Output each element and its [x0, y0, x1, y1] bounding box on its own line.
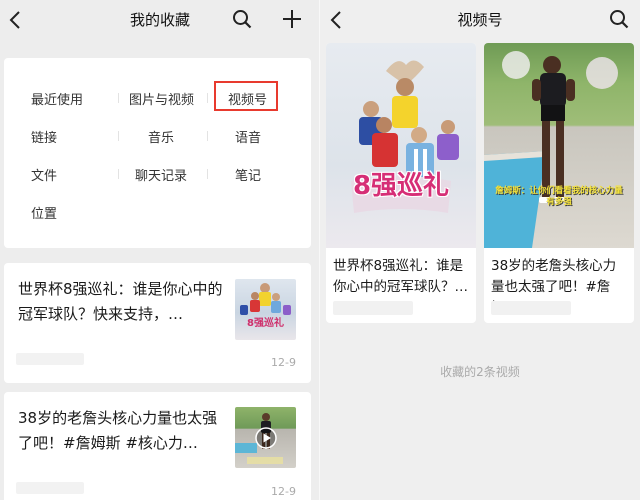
category-notes[interactable]: 笔记	[235, 165, 261, 184]
category-music[interactable]: 音乐	[148, 127, 174, 146]
video-card[interactable]: 詹姆斯：让你们看看我的核心力量有多强 38岁的老詹头核心力量也太强了吧！#詹姆…	[484, 43, 634, 323]
favorites-panel: 我的收藏 最近使用 图片与视频 视频号 链接 音乐 语音 文件 聊天记录 笔记 …	[0, 0, 320, 500]
category-links[interactable]: 链接	[31, 127, 57, 146]
category-recent[interactable]: 最近使用	[31, 89, 83, 108]
search-icon[interactable]	[232, 9, 252, 29]
video-count-label: 收藏的2条视频	[440, 365, 520, 379]
highlight-box	[214, 81, 278, 111]
video-source	[333, 301, 413, 315]
plus-icon[interactable]	[282, 9, 302, 29]
favorite-item-source	[16, 482, 84, 494]
category-photos-videos[interactable]: 图片与视频	[129, 89, 194, 108]
category-location[interactable]: 位置	[31, 203, 57, 222]
channels-panel: 视频号 8强巡礼 世界杯8强巡礼：谁是你心中的冠军球队？… 詹姆斯：让你们看看我…	[320, 0, 640, 500]
cover-caption: 8强巡礼	[352, 171, 450, 201]
video-source	[491, 301, 571, 315]
favorite-item-date: 12-9	[271, 485, 296, 498]
divider	[118, 93, 119, 103]
divider	[207, 169, 208, 179]
video-cover: 8强巡礼	[326, 43, 476, 248]
page-title: 视频号	[457, 11, 503, 29]
category-voice[interactable]: 语音	[235, 127, 261, 146]
video-title: 世界杯8强巡礼：谁是你心中的冠军球队？…	[333, 258, 468, 295]
favorite-item-date: 12-9	[271, 356, 296, 369]
play-icon[interactable]	[255, 427, 277, 449]
favorite-item-thumbnail: 8强巡礼	[235, 279, 296, 340]
divider	[118, 131, 119, 141]
favorite-item-title: 世界杯8强巡礼：谁是你心中的冠军球队？快来支持，…	[18, 280, 223, 323]
search-icon[interactable]	[609, 9, 629, 29]
favorite-item-thumbnail	[235, 407, 296, 468]
video-card[interactable]: 8强巡礼 世界杯8强巡礼：谁是你心中的冠军球队？…	[326, 43, 476, 323]
divider	[207, 93, 208, 103]
favorite-item-source	[16, 353, 84, 365]
thumbnail-caption: 8强巡礼	[247, 318, 284, 329]
category-chat-history[interactable]: 聊天记录	[135, 165, 187, 184]
page-title: 我的收藏	[129, 11, 190, 29]
favorites-header: 我的收藏	[0, 0, 320, 40]
favorite-item-title: 38岁的老詹头核心力量也太强了吧！#詹姆斯 #核心力…	[18, 409, 218, 452]
favorite-item[interactable]: 世界杯8强巡礼：谁是你心中的冠军球队？快来支持，… 12-9 8强巡礼	[4, 263, 311, 383]
favorite-item[interactable]: 38岁的老詹头核心力量也太强了吧！#詹姆斯 #核心力… 12-9	[4, 392, 311, 500]
channels-header: 视频号	[320, 0, 640, 40]
category-files[interactable]: 文件	[31, 165, 57, 184]
video-cover: 詹姆斯：让你们看看我的核心力量有多强	[484, 43, 634, 248]
divider	[118, 169, 119, 179]
category-card: 最近使用 图片与视频 视频号 链接 音乐 语音 文件 聊天记录 笔记 位置	[4, 58, 311, 248]
cover-caption: 詹姆斯：让你们看看我的核心力量有多强	[495, 186, 623, 207]
divider	[207, 131, 208, 141]
